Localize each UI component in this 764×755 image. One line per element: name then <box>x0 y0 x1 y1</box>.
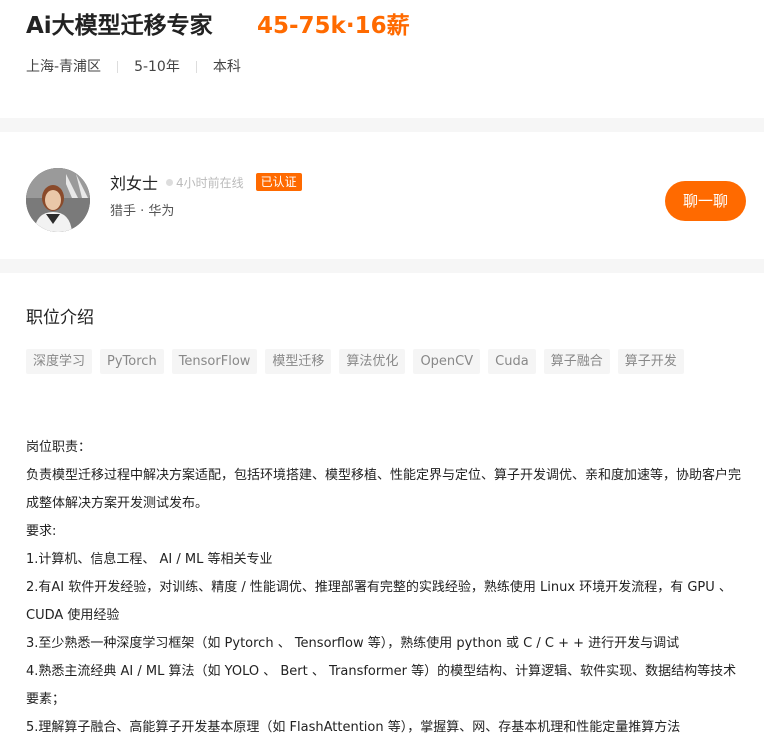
online-status: 4小时前在线 <box>166 174 244 191</box>
skill-tag[interactable]: 算子融合 <box>543 349 610 374</box>
meta-divider <box>195 61 197 73</box>
section-title: 职位介绍 <box>26 308 94 328</box>
skill-tag[interactable]: PyTorch <box>100 349 164 374</box>
description-line: 1.计算机、信息工程、 AI / ML 等相关专业 <box>26 552 273 567</box>
description-line: 要求: <box>26 524 57 539</box>
job-salary: 45-75k·16薪 <box>257 13 410 39</box>
description-line: 4.熟悉主流经典 AI / ML 算法（如 YOLO 、 Bert 、 Tran… <box>26 664 737 707</box>
meta-divider <box>117 61 119 73</box>
skill-tag[interactable]: 深度学习 <box>26 349 93 374</box>
skill-tag[interactable]: TensorFlow <box>171 349 258 374</box>
section-divider <box>0 118 764 132</box>
chat-button[interactable]: 聊一聊 <box>665 181 746 221</box>
recruiter-avatar[interactable] <box>26 168 90 232</box>
skill-tag[interactable]: 算法优化 <box>339 349 406 374</box>
job-meta: 上海-青浦区 5-10年 本科 <box>26 57 241 77</box>
recruiter-card: 刘女士 4小时前在线 已认证 猎手 · 华为 聊一聊 <box>0 132 764 259</box>
job-title: Ai大模型迁移专家 <box>26 13 213 39</box>
description-line: 负责模型迁移过程中解决方案适配，包括环境搭建、模型移植、性能定界与定位、算子开发… <box>26 468 742 511</box>
section-divider <box>0 259 764 273</box>
recruiter-name: 刘女士 <box>110 174 159 193</box>
verified-badge: 已认证 <box>255 173 302 191</box>
description-line: 5.理解算子融合、高能算子开发基本原理（如 FlashAttention 等），… <box>26 720 681 735</box>
recruiter-role: 猎手 · 华为 <box>110 204 175 219</box>
online-dot-icon <box>166 178 174 186</box>
description-line: 2.有AI 软件开发经验，对训练、精度 / 性能调优、推理部署有完整的实践经验，… <box>26 580 732 623</box>
online-status-text: 4小时前在线 <box>176 175 244 190</box>
description-line: 岗位职责： <box>26 440 92 455</box>
job-education: 本科 <box>212 59 241 75</box>
job-header: Ai大模型迁移专家 45-75k·16薪 上海-青浦区 5-10年 本科 <box>0 0 764 118</box>
job-experience: 5-10年 <box>134 59 180 75</box>
recruiter-name-row: 刘女士 4小时前在线 已认证 <box>110 170 302 194</box>
avatar-image <box>26 168 90 232</box>
job-location: 上海-青浦区 <box>26 59 102 75</box>
skill-tag[interactable]: 模型迁移 <box>265 349 332 374</box>
description-line: 3.至少熟悉一种深度学习框架（如 Pytorch 、 Tensorflow 等）… <box>26 636 680 651</box>
skill-tag[interactable]: 算子开发 <box>617 349 684 374</box>
skill-tag[interactable]: OpenCV <box>413 349 481 374</box>
skill-tag[interactable]: Cuda <box>488 349 536 374</box>
description-body: 岗位职责： 负责模型迁移过程中解决方案适配，包括环境搭建、模型移植、性能定界与定… <box>26 434 746 742</box>
skill-tags: 深度学习 PyTorch TensorFlow 模型迁移 算法优化 OpenCV… <box>26 349 746 374</box>
